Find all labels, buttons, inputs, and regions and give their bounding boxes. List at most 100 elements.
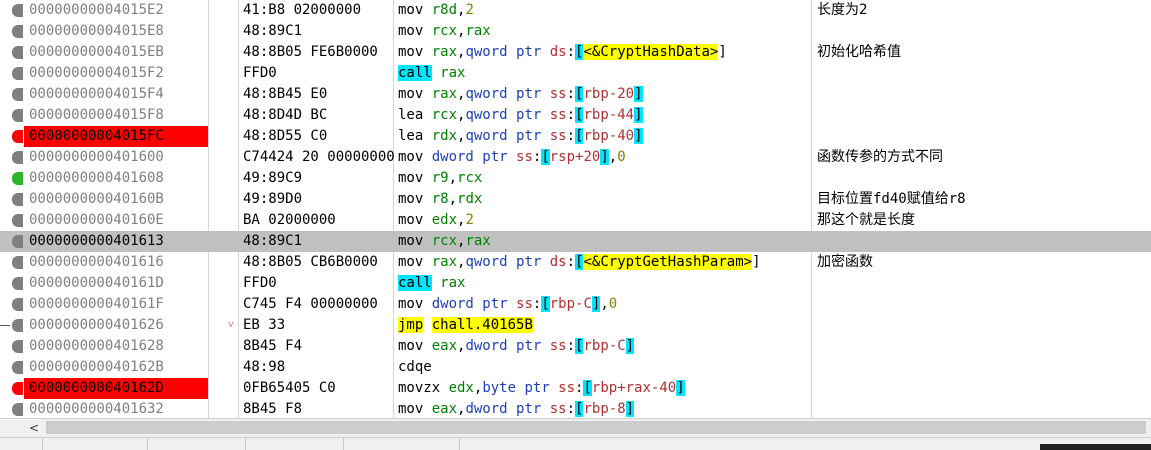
bytes-cell[interactable]: 48:98 [243, 357, 394, 378]
address-cell[interactable]: 000000000040160B [24, 189, 208, 210]
breakpoint-gutter[interactable] [0, 294, 24, 315]
bytes-cell[interactable]: EB 33 [243, 315, 394, 336]
comment-cell[interactable]: 加密函数 [817, 252, 873, 273]
comment-cell[interactable]: 函数传参的方式不同 [817, 147, 943, 168]
disassembly-row[interactable]: 0000000000401613 48:89C1 mov rcx,rax [0, 231, 1151, 252]
disassembly-row[interactable]: 000000000040161F C745 F4 00000000 mov dwor… [0, 294, 1151, 315]
comment-cell[interactable]: 目标位置fd40赋值给r8 [817, 189, 966, 210]
instruction-cell[interactable]: lea rdx,qword ptr ss:[rbp-40] [398, 126, 643, 147]
breakpoint-slot-icon[interactable] [12, 109, 23, 122]
tab-strip-item[interactable] [42, 438, 148, 450]
address-cell[interactable]: 0000000000401626 [24, 315, 208, 336]
breakpoint-slot-icon[interactable] [12, 340, 23, 353]
address-cell[interactable]: 00000000004015E8 [24, 21, 208, 42]
disassembly-row[interactable]: 0000000000401628 8B45 F4 mov eax,dword ptr… [0, 336, 1151, 357]
address-cell[interactable]: 000000000040160E [24, 210, 208, 231]
disassembly-listing[interactable]: 00000000004015E2 41:B8 02000000 mov r8d,2 长… [0, 0, 1151, 418]
breakpoint-slot-icon[interactable] [12, 235, 23, 248]
comment-cell[interactable]: 长度为2 [817, 0, 867, 21]
disassembly-row[interactable]: 000000000040162D 0FB65405 C0 movzx edx,byt… [0, 378, 1151, 399]
disassembly-row[interactable]: 00000000004015FC 48:8D55 C0 lea rdx,qword … [0, 126, 1151, 147]
bytes-cell[interactable]: 48:89C1 [243, 231, 394, 252]
instruction-cell[interactable]: mov rcx,rax [398, 21, 491, 42]
disassembly-row[interactable]: 00000000004015F8 48:8D4D BC lea rcx,qword … [0, 105, 1151, 126]
breakpoint-gutter[interactable] [0, 168, 24, 189]
instruction-cell[interactable]: mov edx,2 [398, 210, 474, 231]
tab-strip-item[interactable] [343, 438, 460, 450]
breakpoint-gutter[interactable] [0, 399, 24, 418]
address-cell[interactable]: 000000000040162B [24, 357, 208, 378]
disassembly-row[interactable]: 00000000004015F2 FFD0 call rax [0, 63, 1151, 84]
disassembly-row[interactable]: 00000000004015E2 41:B8 02000000 mov r8d,2 长… [0, 0, 1151, 21]
breakpoint-slot-icon[interactable] [12, 88, 23, 101]
address-cell[interactable]: 0000000000401616 [24, 252, 208, 273]
breakpoint-slot-icon[interactable] [12, 214, 23, 227]
address-cell[interactable]: 00000000004015F4 [24, 84, 208, 105]
breakpoint-gutter[interactable] [0, 105, 24, 126]
bytes-cell[interactable]: 48:8B05 CB6B0000 [243, 252, 394, 273]
disassembly-row[interactable]: 000000000040160E BA 02000000 mov edx,2 那这个就… [0, 210, 1151, 231]
tab-strip-item[interactable] [245, 438, 344, 450]
bytes-cell[interactable]: FFD0 [243, 273, 394, 294]
disassembly-row[interactable]: 0000000000401608 49:89C9 mov r9,rcx [0, 168, 1151, 189]
disassembly-row[interactable]: 000000000040160B 49:89D0 mov r8,rdx 目标位置fd4… [0, 189, 1151, 210]
instruction-cell[interactable]: mov rax,qword ptr ss:[rbp-20] [398, 84, 643, 105]
disassembly-row[interactable]: 000000000040162B 48:98 cdqe [0, 357, 1151, 378]
breakpoint-gutter[interactable] [0, 210, 24, 231]
breakpoint-gutter[interactable] [0, 231, 24, 252]
disassembly-row[interactable]: 00000000004015EB 48:8B05 FE6B0000 mov rax,… [0, 42, 1151, 63]
breakpoint-gutter[interactable] [0, 147, 24, 168]
breakpoint-slot-icon[interactable] [12, 403, 23, 416]
disassembly-row[interactable]: 0000000000401626 ˅ EB 33 jmp chall.40165B [0, 315, 1151, 336]
instruction-cell[interactable]: jmp chall.40165B [398, 315, 533, 336]
address-cell[interactable]: 00000000004015F8 [24, 105, 208, 126]
instruction-cell[interactable]: call rax [398, 273, 465, 294]
breakpoint-gutter[interactable] [0, 42, 24, 63]
bytes-cell[interactable]: 48:8B45 E0 [243, 84, 394, 105]
breakpoint-slot-icon[interactable] [12, 25, 23, 38]
address-cell[interactable]: 00000000004015F2 [24, 63, 208, 84]
disassembly-row[interactable]: 0000000000401600 C74424 20 00000000 mov dw… [0, 147, 1151, 168]
address-cell[interactable]: 00000000004015EB [24, 42, 208, 63]
instruction-cell[interactable]: call rax [398, 63, 465, 84]
breakpoint-gutter[interactable] [0, 336, 24, 357]
breakpoint-gutter[interactable] [0, 63, 24, 84]
breakpoint-gutter[interactable] [0, 84, 24, 105]
breakpoint-slot-icon[interactable] [12, 151, 23, 164]
bytes-cell[interactable]: 0FB65405 C0 [243, 378, 394, 399]
breakpoint-gutter[interactable] [0, 126, 24, 147]
breakpoint-slot-icon[interactable] [12, 46, 23, 59]
address-cell[interactable]: 000000000040161D [24, 273, 208, 294]
breakpoint-gutter[interactable] [0, 189, 24, 210]
instruction-cell[interactable]: mov dword ptr ss:[rsp+20],0 [398, 147, 626, 168]
breakpoint-slot-icon[interactable] [12, 361, 23, 374]
instruction-cell[interactable]: mov eax,dword ptr ss:[rbp-C] [398, 336, 635, 357]
bytes-cell[interactable]: 48:8D55 C0 [243, 126, 394, 147]
tab-strip-item[interactable] [147, 438, 246, 450]
address-cell[interactable]: 00000000004015E2 [24, 0, 208, 21]
breakpoint-active-icon[interactable] [12, 130, 23, 143]
breakpoint-slot-icon[interactable] [12, 319, 23, 332]
instruction-cell[interactable]: mov rcx,rax [398, 231, 491, 252]
breakpoint-gutter[interactable] [0, 357, 24, 378]
breakpoint-slot-icon[interactable] [12, 256, 23, 269]
comment-cell[interactable]: 那这个就是长度 [817, 210, 915, 231]
breakpoint-slot-icon[interactable] [12, 277, 23, 290]
breakpoint-slot-icon[interactable] [12, 193, 23, 206]
address-cell[interactable]: 0000000000401608 [24, 168, 208, 189]
address-cell[interactable]: 000000000040162D [24, 378, 208, 399]
bytes-cell[interactable]: 41:B8 02000000 [243, 0, 394, 21]
instruction-cell[interactable]: mov r9,rcx [398, 168, 482, 189]
address-cell[interactable]: 0000000000401613 [24, 231, 208, 252]
scroll-left-icon[interactable]: < [24, 419, 44, 437]
instruction-cell[interactable]: movzx edx,byte ptr ss:[rbp+rax-40] [398, 378, 685, 399]
address-cell[interactable]: 000000000040161F [24, 294, 208, 315]
instruction-cell[interactable]: mov dword ptr ss:[rbp-C],0 [398, 294, 617, 315]
instruction-cell[interactable]: mov r8d,2 [398, 0, 474, 21]
breakpoint-gutter[interactable] [0, 0, 24, 21]
instruction-cell[interactable]: mov r8,rdx [398, 189, 482, 210]
bytes-cell[interactable]: C74424 20 00000000 [243, 147, 394, 168]
breakpoint-slot-icon[interactable] [12, 67, 23, 80]
instruction-cell[interactable]: lea rcx,qword ptr ss:[rbp-44] [398, 105, 643, 126]
bytes-cell[interactable]: BA 02000000 [243, 210, 394, 231]
